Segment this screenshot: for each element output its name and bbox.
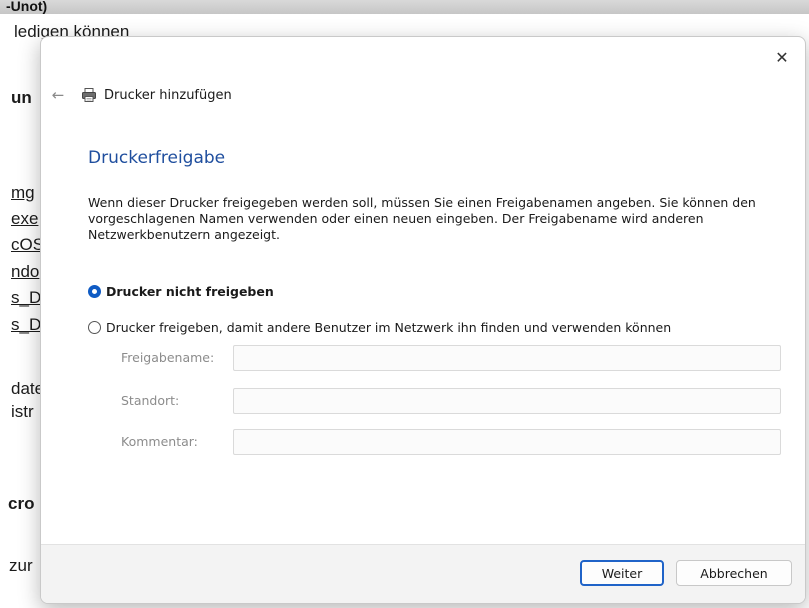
section-title: Druckerfreigabe: [88, 148, 226, 168]
close-icon: ✕: [775, 47, 789, 67]
radio-option-no-share-label: Drucker nicht freigeben: [106, 284, 274, 299]
background-fragment-un: un: [11, 88, 32, 107]
close-button[interactable]: ✕: [771, 46, 793, 68]
comment-input[interactable]: [233, 429, 781, 455]
back-button[interactable]: ←: [49, 86, 67, 104]
background-link-fragment[interactable]: ndo: [11, 262, 39, 282]
location-row: Standort:: [121, 388, 783, 414]
next-button[interactable]: Weiter: [580, 560, 664, 586]
share-name-row: Freigabename:: [121, 345, 783, 371]
background-text-fragment: istr: [11, 402, 34, 421]
description-text: Wenn dieser Drucker freigegeben werden s…: [88, 195, 756, 242]
share-name-input[interactable]: [233, 345, 781, 371]
printer-icon: [81, 87, 97, 103]
radio-button-checked[interactable]: [88, 285, 101, 298]
dialog-title-row: ← Drucker hinzufügen: [49, 84, 232, 106]
dialog-footer: Weiter Abbrechen: [41, 544, 805, 603]
dialog-title: Drucker hinzufügen: [104, 87, 232, 103]
background-topbar: [0, 0, 809, 14]
background-link-fragment[interactable]: s_D: [11, 315, 41, 335]
radio-option-share-label: Drucker freigeben, damit andere Benutzer…: [106, 320, 672, 335]
comment-row: Kommentar:: [121, 429, 783, 455]
radio-option-no-share[interactable]: Drucker nicht freigeben: [88, 284, 274, 299]
background-cut-heading: -Unot): [6, 0, 48, 14]
cancel-button[interactable]: Abbrechen: [676, 560, 792, 586]
share-name-label: Freigabename:: [121, 350, 215, 365]
location-input[interactable]: [233, 388, 781, 414]
radio-option-share[interactable]: Drucker freigeben, damit andere Benutzer…: [88, 320, 671, 335]
comment-label: Kommentar:: [121, 434, 198, 449]
background-fragment-cro: cro: [8, 494, 35, 513]
back-arrow-icon: ←: [51, 86, 65, 104]
add-printer-dialog: ✕ ← Drucker hinzufügen Druckerfreigabe W…: [40, 36, 806, 604]
location-label: Standort:: [121, 393, 180, 408]
radio-button-unchecked[interactable]: [88, 321, 101, 334]
background-link-fragment[interactable]: exe: [11, 209, 38, 229]
background-link-fragment[interactable]: s_D: [11, 288, 41, 308]
background-fragment-zur: zur: [9, 556, 33, 575]
background-link-fragment[interactable]: mg: [11, 183, 35, 203]
